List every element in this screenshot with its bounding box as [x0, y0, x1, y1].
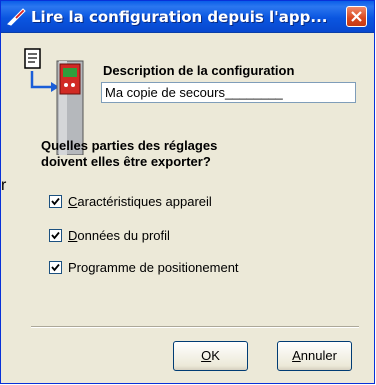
button-label-rest: nnuler [300, 348, 337, 363]
accelerator-key: C [68, 194, 78, 209]
app-logo-icon [7, 8, 26, 26]
accelerator-key: A [292, 348, 301, 363]
option-label: Données du profil [68, 228, 170, 243]
stray-text: r [1, 177, 7, 194]
option-label: Caractéristiques appareil [68, 194, 212, 209]
option-label: Programme de positionement [68, 260, 239, 275]
description-label: Description de la configuration [103, 63, 295, 78]
checkbox[interactable] [49, 229, 62, 242]
separator [31, 326, 359, 328]
checkbox[interactable] [49, 195, 62, 208]
accelerator-key: D [68, 228, 78, 243]
export-config-dialog: Lire la configuration depuis l'app... De… [0, 0, 375, 384]
question-line-1: Quelles parties des réglages [41, 138, 218, 153]
accelerator-key: O [201, 348, 212, 363]
cancel-button[interactable]: Annuler [277, 341, 352, 371]
title-bar[interactable]: Lire la configuration depuis l'app... [1, 1, 374, 33]
window-title: Lire la configuration depuis l'app... [31, 8, 328, 26]
label-rest: aractéristiques appareil [77, 194, 212, 209]
label-rest: onnées du profil [77, 228, 170, 243]
button-label-rest: K [211, 348, 220, 363]
ok-button[interactable]: OK [173, 341, 248, 371]
checkmark-icon [51, 197, 60, 206]
checkbox[interactable] [49, 261, 62, 274]
checkmark-icon [51, 231, 60, 240]
question-text: Quelles parties des réglages doivent ell… [41, 138, 217, 170]
label-rest: Programme de positionement [68, 260, 239, 275]
close-icon [351, 11, 362, 22]
close-button[interactable] [346, 6, 367, 27]
checkmark-icon [51, 263, 60, 272]
description-input[interactable]: Ma copie de secours________ [101, 82, 356, 103]
question-line-2: doivent elles être exporter? [41, 154, 211, 169]
